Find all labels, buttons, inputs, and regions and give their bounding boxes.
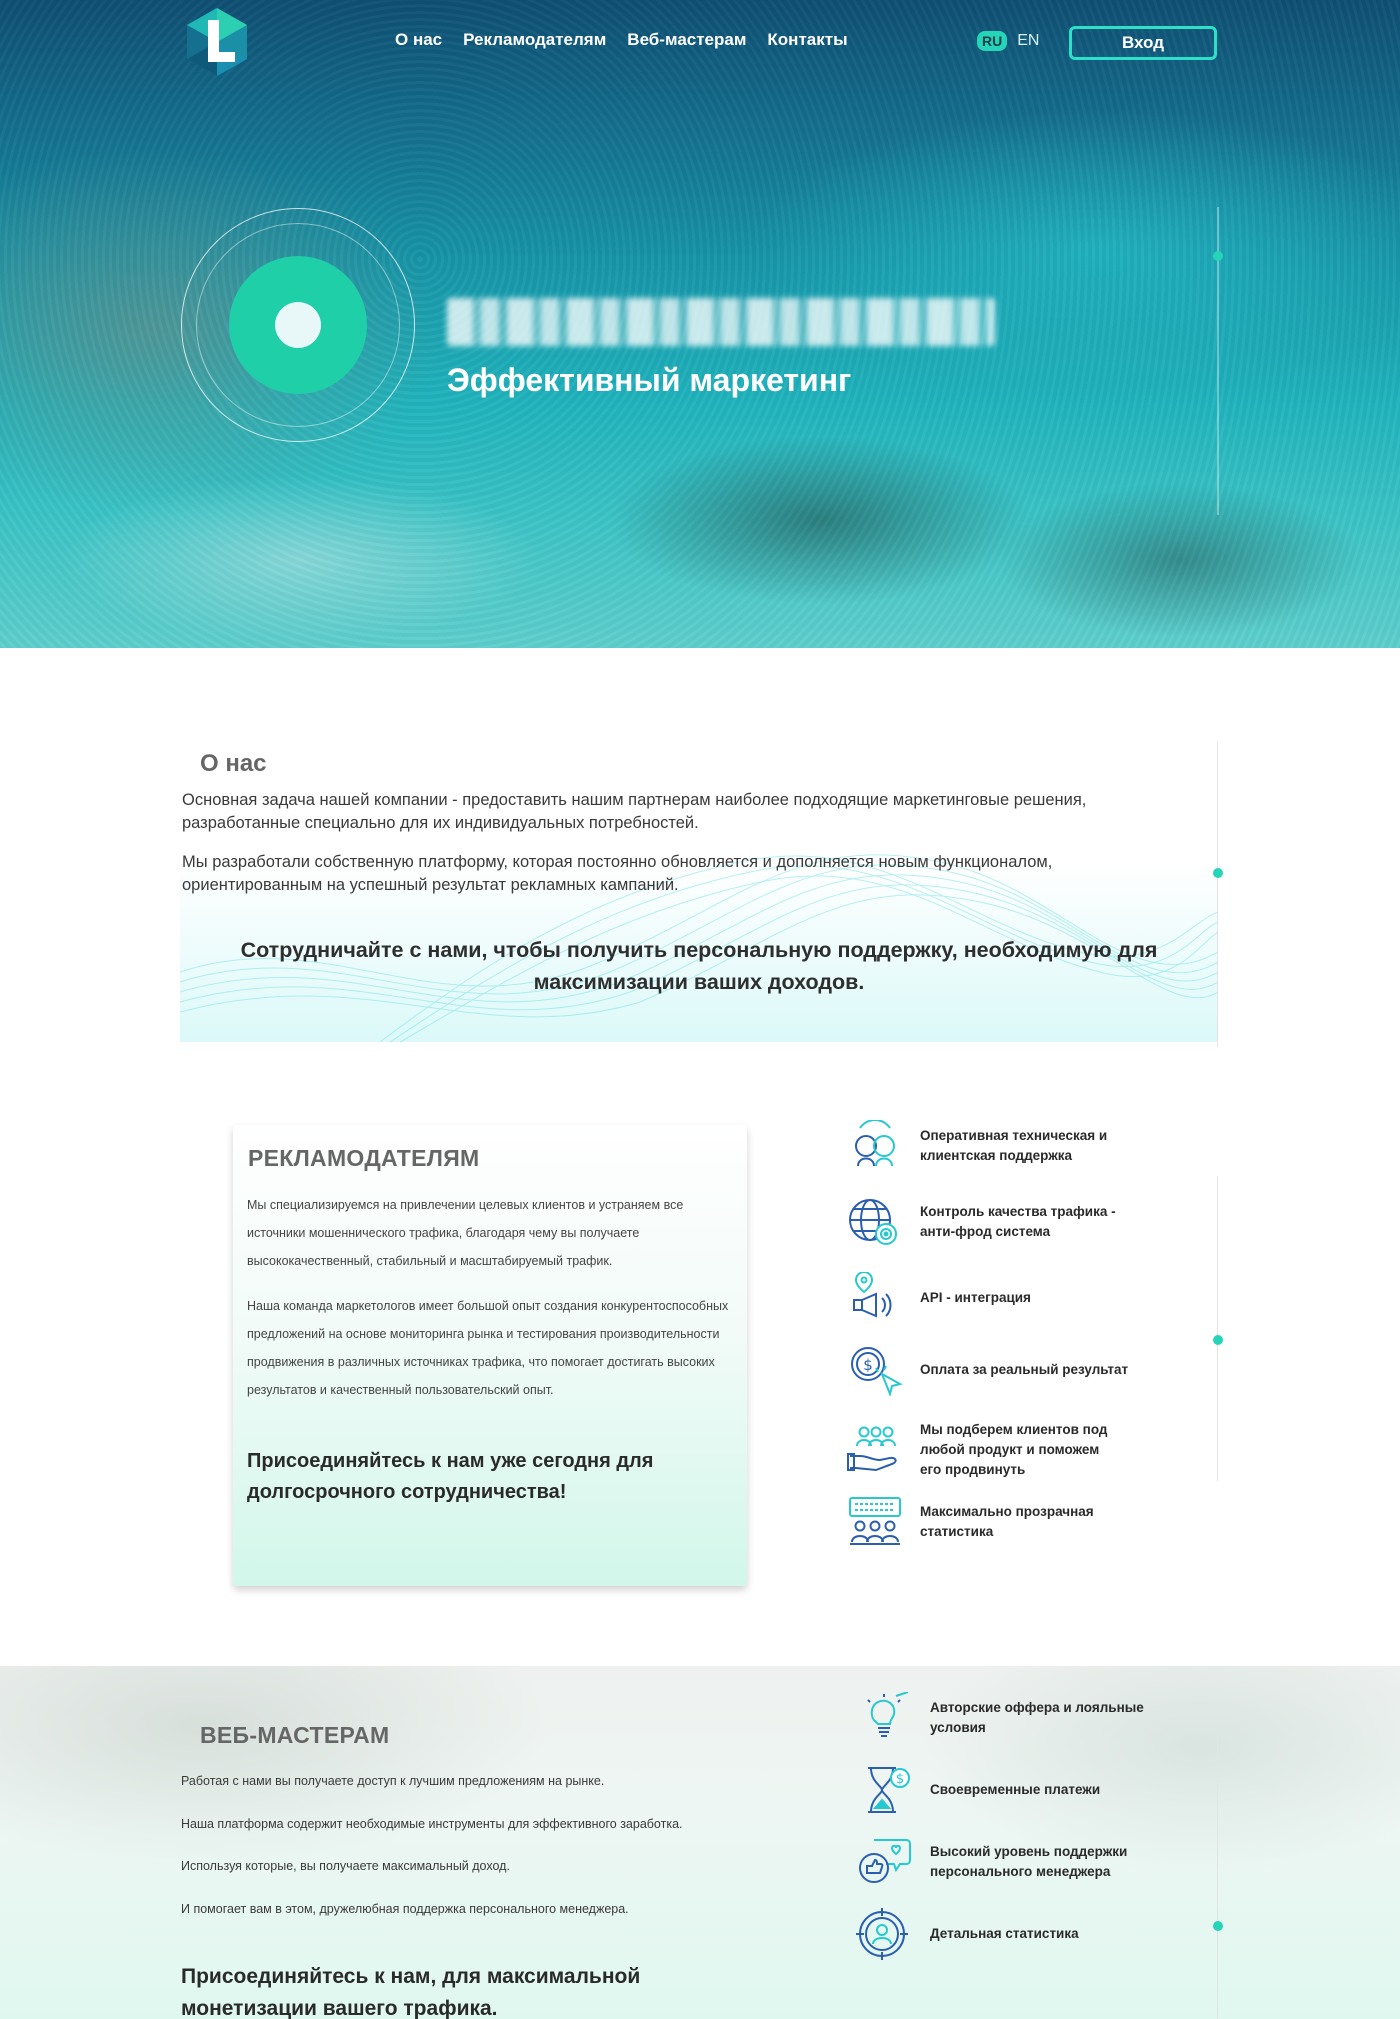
main-nav: О нас Рекламодателям Веб-мастерам Контак…: [395, 30, 848, 50]
about-title: О нас: [200, 750, 267, 777]
about-side-dot: [1213, 868, 1223, 878]
webmasters-paragraph-2: Наша платформа содержит необходимые инст…: [181, 1817, 683, 1831]
login-button[interactable]: Вход: [1069, 26, 1217, 60]
about-cta: Сотрудничайте с нами, чтобы получить пер…: [240, 938, 1158, 994]
feature-item: Высокий уровень поддержки персонального …: [856, 1836, 1150, 1888]
webmasters-title: ВЕБ-МАСТЕРАМ: [200, 1722, 390, 1748]
hero-section: О нас Рекламодателям Веб-мастерам Контак…: [0, 0, 1400, 648]
feature-item: Контроль качества трафика - анти-фрод си…: [846, 1196, 1130, 1248]
statistics-board-icon: [849, 1497, 901, 1545]
webmasters-paragraph-3: Используя которые, вы получаете максимал…: [181, 1859, 510, 1873]
nav-about[interactable]: О нас: [395, 30, 442, 50]
target-user-icon: [856, 1908, 908, 1960]
feature-text: API - интеграция: [920, 1290, 1031, 1305]
coin-cursor-icon: $: [851, 1347, 903, 1396]
about-side-line: [1217, 742, 1218, 1047]
hero-title-blurred: [447, 298, 995, 346]
about-section: О нас Основная задача нашей компании - п…: [180, 742, 1223, 1047]
advertisers-paragraph-2: Наша команда маркетологов имеет большой …: [247, 1299, 729, 1397]
megaphone-pin-icon: [853, 1272, 892, 1318]
hero-subtitle: Эффективный маркетинг: [447, 362, 852, 398]
advertisers-side-dot: [1213, 1335, 1223, 1345]
support-headset-icon: [855, 1120, 895, 1167]
webmasters-cta: Присоединяйтесь к нам, для максимальной …: [181, 1965, 641, 2019]
svg-text:$: $: [896, 1772, 904, 1787]
feature-text: Оперативная техническая и клиентская под…: [920, 1128, 1108, 1163]
nav-contacts[interactable]: Контакты: [767, 30, 847, 50]
feature-text: Авторские оффера и лояльные условия: [930, 1700, 1144, 1735]
feature-text: Своевременные платежи: [930, 1782, 1101, 1797]
nav-advertisers[interactable]: Рекламодателям: [463, 30, 606, 50]
webmasters-section: ВЕБ-МАСТЕРАМ Работая с нами вы получаете…: [0, 1666, 1400, 2019]
feature-text: Детальная статистика: [930, 1926, 1079, 1941]
logo-icon[interactable]: [183, 6, 251, 78]
webmasters-side-dot: [1213, 1921, 1223, 1931]
feature-item: Детальная статистика: [856, 1908, 1150, 1960]
feature-item: Авторские оффера и лояльные условия: [856, 1692, 1150, 1744]
hero-circle-dot: [275, 302, 321, 348]
advertisers-paragraph-1: Мы специализируемся на привлечении целев…: [247, 1198, 684, 1268]
advertisers-cta: Присоединяйтесь к нам уже сегодня для до…: [247, 1450, 654, 1503]
svg-text:$: $: [863, 1356, 873, 1374]
feature-text: Максимально прозрачная статистика: [920, 1504, 1094, 1539]
webmasters-paragraph-4: И помогает вам в этом, дружелюбная подде…: [181, 1902, 629, 1916]
feature-text: Высокий уровень поддержки персонального …: [930, 1844, 1128, 1879]
language-switcher: RU EN: [977, 31, 1039, 51]
globe-target-icon: [849, 1199, 897, 1245]
webmasters-paragraph-1: Работая с нами вы получаете доступ к луч…: [181, 1774, 605, 1788]
nav-webmasters[interactable]: Веб-мастерам: [627, 30, 746, 50]
clients-hand-icon: [847, 1426, 897, 1472]
feature-item: Мы подберем клиентов под любой продукт и…: [846, 1420, 1120, 1480]
advertisers-side-line: [1217, 1176, 1218, 1481]
about-paragraph-2: Мы разработали собственную платформу, ко…: [182, 853, 1053, 894]
webmasters-side-line: [1217, 1728, 1218, 2019]
hourglass-dollar-icon: $: [868, 1767, 910, 1813]
feature-item: API - интеграция: [846, 1272, 1130, 1324]
about-paragraph-1: Основная задача нашей компании - предост…: [182, 791, 1087, 832]
feature-text: Контроль качества трафика - анти-фрод си…: [920, 1204, 1116, 1239]
feature-item: $ Оплата за реальный результат: [846, 1344, 1130, 1396]
feature-text: Мы подберем клиентов под любой продукт и…: [920, 1422, 1108, 1477]
waves-decoration: [180, 854, 1218, 1042]
feature-text: Оплата за реальный результат: [920, 1362, 1129, 1377]
advertisers-title: РЕКЛАМОДАТЕЛЯМ: [248, 1145, 480, 1171]
lang-ru[interactable]: RU: [977, 31, 1008, 51]
advertisers-card: РЕКЛАМОДАТЕЛЯМ Мы специализируемся на пр…: [233, 1125, 747, 1586]
lightbulb-icon: [867, 1692, 909, 1737]
feature-item: Максимально прозрачная статистика: [846, 1496, 1110, 1548]
feature-item: Оперативная техническая и клиентская под…: [846, 1120, 1130, 1172]
chat-heart-icon: [859, 1839, 911, 1883]
feature-item: $ Своевременные платежи: [856, 1764, 1150, 1816]
lang-en[interactable]: EN: [1017, 32, 1039, 50]
hero-side-dot: [1213, 251, 1223, 261]
